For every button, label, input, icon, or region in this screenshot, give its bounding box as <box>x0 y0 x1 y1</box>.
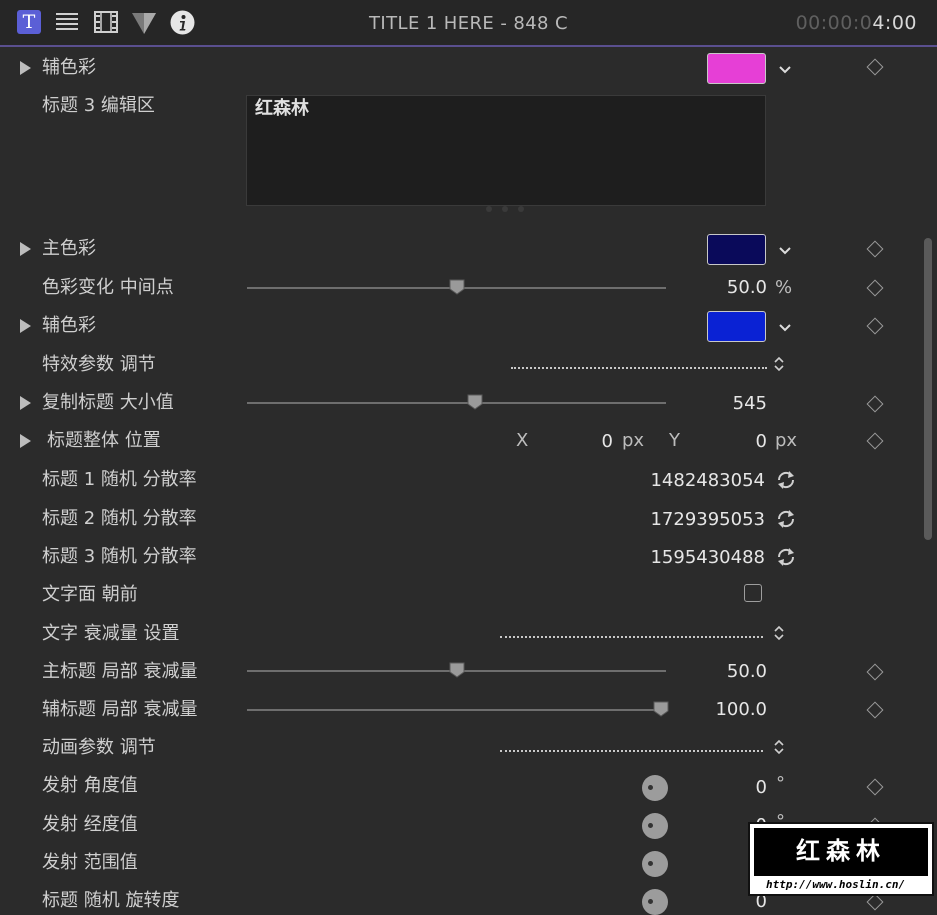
resize-grip-icon[interactable] <box>486 206 492 212</box>
chevron-down-icon[interactable] <box>778 246 792 256</box>
watermark-logo: 红森林 http://www.hoslin.cn/ <box>748 822 934 896</box>
main-falloff-label: 主标题 局部 衰减量 <box>42 661 198 682</box>
watermark-text: 红森林 <box>796 837 886 865</box>
keyframe-diamond-icon[interactable] <box>866 701 884 719</box>
inspector-header: T TITLE 1 HERE - 848 C 00:00:04:00 <box>0 0 937 47</box>
position-y-unit: px <box>775 430 798 451</box>
watermark-plate: 红森林 <box>754 828 928 876</box>
refresh-icon[interactable] <box>775 547 797 567</box>
position-x-unit: px <box>622 430 645 451</box>
keyframe-diamond-icon[interactable] <box>866 279 884 297</box>
emit-angle-label: 发射 角度值 <box>42 775 138 796</box>
updown-chevron-icon[interactable] <box>774 625 784 641</box>
emit-angle-dial[interactable] <box>642 775 668 801</box>
position-y-value[interactable]: 0 <box>756 430 767 454</box>
sub-falloff-slider-track[interactable] <box>247 709 666 711</box>
emit-angle-value[interactable]: 0 <box>756 776 767 800</box>
film-icon[interactable] <box>94 11 118 33</box>
disclosure-triangle[interactable] <box>20 61 31 75</box>
keyframe-diamond-icon[interactable] <box>866 893 884 911</box>
title1-seed-label: 标题 1 随机 分散率 <box>42 469 197 490</box>
keyframe-diamond-icon[interactable] <box>866 663 884 681</box>
anim-params-popup[interactable] <box>500 750 763 752</box>
title3-text: 红森林 <box>255 98 309 119</box>
title2-seed-value[interactable]: 1729395053 <box>650 508 765 532</box>
text-inspector-icon[interactable]: T <box>17 10 41 34</box>
dup-title-size-slider-track[interactable] <box>247 402 666 404</box>
dup-title-size-label: 复制标题 大小值 <box>42 392 174 413</box>
title3-seed-label: 标题 3 随机 分散率 <box>42 546 197 567</box>
face-forward-checkbox[interactable] <box>744 584 762 602</box>
watermark-url: http://www.hoslin.cn/ <box>766 878 906 892</box>
dup-title-size-value[interactable]: 545 <box>733 392 767 416</box>
title2-seed-label: 标题 2 随机 分散率 <box>42 508 197 529</box>
position-y-label: Y <box>669 430 680 451</box>
vertical-scrollbar[interactable] <box>924 238 932 540</box>
disclosure-triangle[interactable] <box>20 396 31 410</box>
secondary-color-swatch[interactable] <box>707 53 766 84</box>
secondary-color-label: 辅色彩 <box>42 57 96 78</box>
color-midpoint-value[interactable]: 50.0 <box>727 276 767 300</box>
keyframe-diamond-icon[interactable] <box>866 317 884 335</box>
title3-text-area[interactable]: 红森林 <box>246 95 766 206</box>
shape-icon[interactable] <box>131 11 157 35</box>
secondary-color-swatch[interactable] <box>707 311 766 342</box>
anim-params-label: 动画参数 调节 <box>42 737 156 758</box>
chevron-down-icon[interactable] <box>778 323 792 333</box>
text-falloff-popup[interactable] <box>500 636 763 638</box>
color-midpoint-unit: % <box>775 277 793 298</box>
chevron-down-icon[interactable] <box>778 65 792 75</box>
emit-angle-unit: ° <box>776 773 785 794</box>
face-forward-label: 文字面 朝前 <box>42 584 138 605</box>
keyframe-diamond-icon[interactable] <box>866 240 884 258</box>
primary-color-label: 主色彩 <box>42 238 96 259</box>
primary-color-swatch[interactable] <box>707 234 766 265</box>
keyframe-diamond-icon[interactable] <box>866 58 884 76</box>
keyframe-diamond-icon[interactable] <box>866 778 884 796</box>
color-midpoint-slider-thumb[interactable] <box>449 279 465 295</box>
title3-seed-value[interactable]: 1595430488 <box>650 546 765 570</box>
disclosure-triangle[interactable] <box>20 319 31 333</box>
keyframe-diamond-icon[interactable] <box>866 432 884 450</box>
resize-grip-icon[interactable] <box>518 206 524 212</box>
emit-longitude-label: 发射 经度值 <box>42 814 138 835</box>
color-midpoint-label: 色彩变化 中间点 <box>42 277 174 298</box>
title-rotation-label: 标题 随机 旋转度 <box>42 890 180 911</box>
main-falloff-value[interactable]: 50.0 <box>727 660 767 684</box>
updown-chevron-icon[interactable] <box>774 739 784 755</box>
title3-edit-label: 标题 3 编辑区 <box>42 95 155 116</box>
dup-title-size-slider-thumb[interactable] <box>467 394 483 410</box>
sub-falloff-slider-thumb[interactable] <box>653 701 669 717</box>
text-falloff-label: 文字 衰减量 设置 <box>42 623 180 644</box>
disclosure-triangle[interactable] <box>20 434 31 448</box>
sub-falloff-label: 辅标题 局部 衰减量 <box>42 699 198 720</box>
lines-icon[interactable] <box>56 12 78 32</box>
sub-falloff-value[interactable]: 100.0 <box>715 698 767 722</box>
disclosure-triangle[interactable] <box>20 242 31 256</box>
keyframe-diamond-icon[interactable] <box>866 395 884 413</box>
resize-grip-icon[interactable] <box>502 206 508 212</box>
position-x-label: X <box>516 430 529 451</box>
secondary-color-label: 辅色彩 <box>42 315 96 336</box>
timecode: 00:00:04:00 <box>795 12 917 34</box>
emit-range-label: 发射 范围值 <box>42 852 138 873</box>
refresh-icon[interactable] <box>775 470 797 490</box>
refresh-icon[interactable] <box>775 509 797 529</box>
title1-seed-value[interactable]: 1482483054 <box>650 469 765 493</box>
updown-chevron-icon[interactable] <box>774 356 784 372</box>
main-falloff-slider-thumb[interactable] <box>449 662 465 678</box>
info-icon[interactable] <box>170 10 195 35</box>
effect-params-label: 特效参数 调节 <box>42 354 156 375</box>
position-x-value[interactable]: 0 <box>602 430 613 454</box>
title-position-label: 标题整体 位置 <box>47 430 161 451</box>
emit-longitude-dial[interactable] <box>642 813 668 839</box>
title-rotation-dial[interactable] <box>642 889 668 915</box>
effect-params-popup[interactable] <box>511 367 767 369</box>
emit-range-dial[interactable] <box>642 851 668 877</box>
